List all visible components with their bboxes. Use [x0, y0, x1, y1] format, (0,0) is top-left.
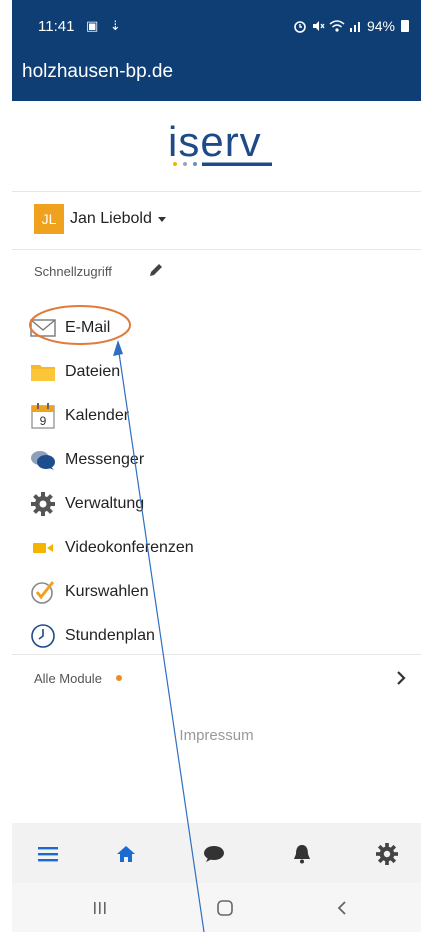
menu-item-label: Dateien — [65, 363, 121, 380]
calendar-icon: 9 — [30, 403, 56, 429]
chat-bubbles-icon — [30, 447, 56, 473]
menu-item-label: Verwaltung — [65, 495, 145, 512]
menu-item-video[interactable]: Videokonferenzen — [30, 526, 410, 570]
home-icon[interactable] — [113, 841, 139, 867]
user-name[interactable]: Jan Liebold — [70, 210, 152, 228]
menu-item-files[interactable]: Dateien — [30, 350, 410, 394]
gear-icon — [30, 491, 56, 517]
bottom-nav — [12, 823, 421, 883]
divider — [12, 654, 421, 655]
check-circle-icon — [30, 579, 56, 605]
svg-text:iserv: iserv — [168, 118, 262, 165]
recent-apps-icon[interactable] — [85, 893, 115, 923]
mute-icon — [312, 21, 325, 31]
video-camera-icon — [30, 535, 56, 561]
menu-item-email[interactable]: E-Mail — [30, 306, 410, 350]
page-url[interactable]: holzhausen-bp.de — [22, 61, 173, 83]
user-menu[interactable]: JL Jan Liebold — [34, 203, 166, 235]
caret-down-icon[interactable] — [157, 216, 166, 222]
alarm-icon — [294, 21, 306, 33]
notification-icons: ▣ ⇣ — [86, 18, 125, 33]
quick-access-label: Schnellzugriff — [34, 264, 112, 279]
menu-item-timetable[interactable]: Stundenplan — [30, 614, 410, 658]
wifi-icon — [329, 20, 345, 32]
signal-icon — [349, 22, 360, 32]
menu-item-label: Stundenplan — [65, 627, 155, 644]
iserv-logo[interactable]: iserv — [12, 118, 421, 178]
all-modules-row[interactable]: Alle Module — [34, 666, 406, 690]
status-bar: 11:41 ▣ ⇣ 94% — [12, 0, 421, 45]
all-modules-label: Alle Module — [34, 670, 102, 686]
status-right: 94% — [293, 18, 409, 34]
home-button-icon[interactable] — [210, 893, 240, 923]
impressum-link[interactable]: Impressum — [12, 727, 421, 744]
divider — [12, 191, 421, 192]
menu-item-messenger[interactable]: Messenger — [30, 438, 410, 482]
notification-dot — [115, 675, 122, 681]
clock-icon — [30, 623, 56, 649]
quick-access-menu: E-Mail Dateien 9 Kalender Messenger Verw… — [30, 306, 410, 658]
menu-item-label: Kalender — [65, 407, 130, 424]
bell-icon[interactable] — [289, 841, 315, 867]
svg-text:9: 9 — [40, 414, 47, 428]
menu-item-administration[interactable]: Verwaltung — [30, 482, 410, 526]
status-time: 11:41 — [38, 18, 75, 35]
menu-item-label: E-Mail — [65, 319, 111, 336]
back-icon[interactable] — [327, 893, 357, 923]
settings-icon[interactable] — [374, 841, 400, 867]
divider — [12, 249, 421, 250]
mail-icon — [30, 315, 56, 341]
menu-item-label: Kurswahlen — [65, 583, 149, 600]
menu-item-label: Videokonferenzen — [65, 539, 194, 556]
menu-item-course-selection[interactable]: Kurswahlen — [30, 570, 410, 614]
battery-text: 94% — [366, 18, 395, 34]
system-nav-bar — [12, 883, 421, 932]
chevron-right-icon[interactable] — [396, 671, 406, 685]
browser-address-bar[interactable]: holzhausen-bp.de — [12, 45, 421, 101]
folder-icon — [30, 359, 56, 385]
phone-screen: 11:41 ▣ ⇣ 94% holzhausen-bp.de iserv JL … — [12, 0, 421, 932]
pencil-icon[interactable] — [148, 262, 164, 278]
menu-item-label: Messenger — [65, 451, 145, 468]
menu-item-calendar[interactable]: 9 Kalender — [30, 394, 410, 438]
battery-icon — [401, 20, 409, 32]
chat-icon[interactable] — [201, 841, 227, 867]
avatar: JL — [34, 204, 64, 234]
menu-icon[interactable] — [35, 841, 61, 867]
